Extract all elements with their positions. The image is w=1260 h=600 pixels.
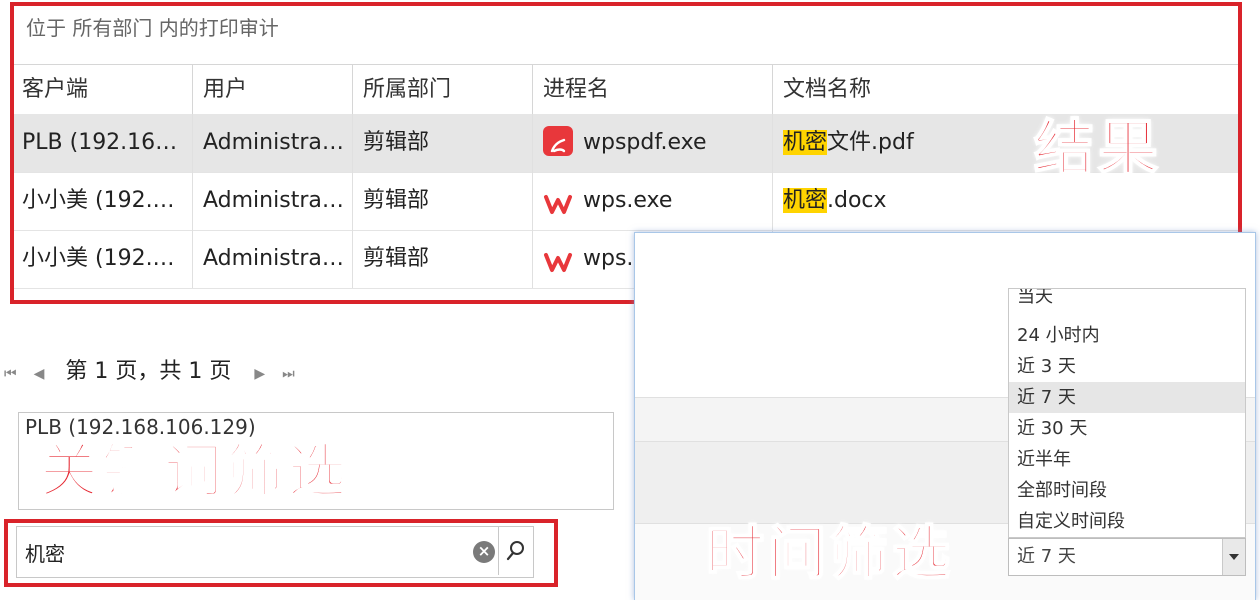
time-option-selected[interactable]: 近 7 天 (1009, 382, 1245, 413)
time-range-select[interactable]: 近 7 天 (1008, 538, 1246, 576)
time-option[interactable]: 近 3 天 (1009, 351, 1245, 382)
time-option[interactable]: 全部时间段 (1009, 475, 1245, 506)
chevron-down-icon[interactable] (1222, 539, 1245, 575)
time-option[interactable]: 近半年 (1009, 444, 1245, 475)
time-range-value: 近 7 天 (1017, 546, 1076, 567)
time-option[interactable]: 自定义时间段 (1009, 506, 1245, 537)
page-info: 第 1 页，共 1 页 (65, 359, 232, 384)
pagination: ⏮ ◀ 第 1 页，共 1 页 ▶ ⏭ (0, 352, 295, 392)
time-option[interactable]: 24 小时内 (1009, 320, 1245, 351)
next-page-icon[interactable]: ▶ (254, 366, 265, 382)
annotation-keyword-filter: 关键词筛选 (39, 436, 351, 506)
time-option[interactable]: 当天 (1009, 289, 1245, 305)
time-option[interactable]: 近 30 天 (1009, 413, 1245, 444)
first-page-icon[interactable]: ⏮ (4, 366, 17, 382)
annotation-result: 结果 (1033, 113, 1162, 185)
time-range-dropdown: 当天 24 小时内 近 3 天 近 7 天 近 30 天 近半年 全部时间段 自… (1008, 288, 1246, 538)
prev-page-icon[interactable]: ◀ (34, 366, 45, 382)
last-page-icon[interactable]: ⏭ (282, 366, 295, 382)
keyword-highlight-box (4, 519, 558, 587)
annotation-time-filter: 时间筛选 (705, 518, 955, 588)
